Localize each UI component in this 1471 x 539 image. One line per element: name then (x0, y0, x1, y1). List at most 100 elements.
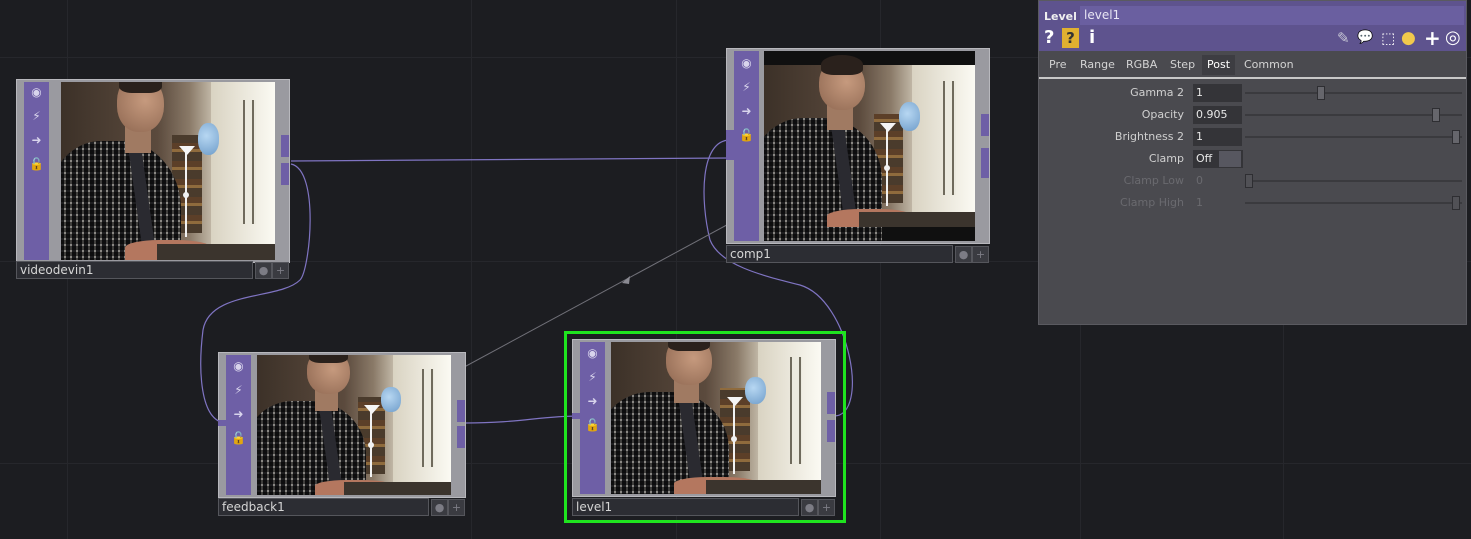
param-label: Brightness 2 (1114, 130, 1184, 143)
output-connector[interactable] (827, 420, 835, 442)
node-label[interactable]: feedback1 (218, 498, 429, 516)
output-icon[interactable]: ➜ (230, 406, 247, 423)
lock-icon[interactable]: 🔓 (584, 417, 601, 434)
opacity-slider-thumb[interactable] (1432, 108, 1441, 122)
node-videodevin1[interactable]: ◉ ⚡ ➜ 🔓 videodevin1 ● + (16, 79, 290, 279)
comment-icon[interactable]: 💬 (1357, 28, 1373, 48)
output-connector[interactable] (981, 114, 989, 136)
brightness2-slider-thumb[interactable] (1452, 130, 1460, 144)
parameter-panel: Level level1 ? ? i ✎ 💬 ⬚ ● + ◎ Pre Range… (1038, 0, 1467, 325)
param-clamp-high: Clamp High 1 (1039, 193, 1466, 213)
brightness2-field[interactable]: 1 (1193, 128, 1242, 146)
target-icon[interactable]: ◎ (1445, 28, 1461, 48)
expand-button[interactable]: + (448, 499, 465, 516)
gamma2-slider-thumb[interactable] (1317, 86, 1326, 100)
node-feedback1[interactable]: ◉ ⚡ ➜ 🔓 feedback1 ● + (218, 352, 466, 516)
display-flag-button[interactable]: ● (955, 246, 972, 263)
lock-icon[interactable]: 🔓 (230, 430, 247, 447)
gamma2-slider-track[interactable] (1245, 92, 1462, 94)
wire-arrow (622, 276, 630, 284)
param-brightness2: Brightness 2 1 (1039, 127, 1466, 147)
clamp-high-slider-track (1245, 202, 1462, 204)
camera-feed-image (257, 355, 451, 495)
output-icon[interactable]: ➜ (738, 103, 755, 120)
node-level1[interactable]: ◉ ⚡ ➜ 🔓 level1 ● + (572, 339, 836, 516)
display-flag-button[interactable]: ● (801, 499, 818, 516)
param-opacity: Opacity 0.905 (1039, 105, 1466, 125)
param-label: Clamp High (1120, 196, 1184, 209)
output-connector[interactable] (981, 148, 989, 178)
output-icon[interactable]: ➜ (584, 393, 601, 410)
display-flag-button[interactable]: ● (255, 262, 272, 279)
edit-icon[interactable]: ✎ (1337, 28, 1350, 48)
camera-feed-image (61, 82, 275, 260)
opacity-field[interactable]: 0.905 (1193, 106, 1242, 124)
output-connector[interactable] (827, 392, 835, 414)
expand-button[interactable]: + (818, 499, 835, 516)
node-viewer (257, 355, 451, 495)
output-connector[interactable] (281, 163, 289, 185)
operator-strip: ◉ ⚡ ➜ 🔓 (24, 82, 49, 260)
tab-rgba[interactable]: RGBA (1121, 55, 1162, 75)
param-clamp-low: Clamp Low 0 (1039, 171, 1466, 191)
bypass-icon[interactable]: ⚡ (28, 108, 45, 125)
param-label: Clamp Low (1123, 174, 1184, 187)
input-connector[interactable] (726, 130, 735, 160)
expand-button[interactable]: + (972, 246, 989, 263)
output-connector[interactable] (457, 400, 465, 422)
tab-range[interactable]: Range (1075, 55, 1120, 75)
parameter-tabs: Pre Range RGBA Step Post Common (1039, 55, 1466, 79)
node-comp1[interactable]: ◉ ⚡ ➜ 🔓 comp1 ● + (726, 48, 990, 263)
param-clamp: Clamp Off (1039, 149, 1466, 169)
tab-common[interactable]: Common (1239, 55, 1299, 75)
output-connector[interactable] (281, 135, 289, 157)
bypass-icon[interactable]: ⚡ (738, 79, 755, 96)
operator-help-icon[interactable]: ? (1062, 28, 1079, 48)
param-gamma2: Gamma 2 1 (1039, 83, 1466, 103)
input-connector[interactable] (572, 413, 580, 419)
toggle-button[interactable] (1219, 151, 1241, 167)
python-icon[interactable]: ● (1401, 28, 1416, 48)
tab-post[interactable]: Post (1202, 55, 1236, 75)
node-viewer (764, 51, 975, 241)
wire-feedback1-level1 (465, 415, 581, 424)
display-flag-button[interactable]: ● (431, 499, 448, 516)
node-label[interactable]: videodevin1 (16, 261, 253, 279)
viewer-icon[interactable]: ◉ (738, 55, 755, 72)
lock-icon[interactable]: 🔓 (28, 156, 45, 173)
node-viewer (611, 342, 821, 494)
output-icon[interactable]: ➜ (28, 132, 45, 149)
expand-button[interactable]: + (272, 262, 289, 279)
clamp-high-field: 1 (1196, 196, 1203, 209)
viewer-icon[interactable]: ◉ (230, 358, 247, 375)
help-icon[interactable]: ? (1044, 28, 1054, 48)
bypass-icon[interactable]: ⚡ (230, 382, 247, 399)
info-icon[interactable]: i (1089, 28, 1095, 48)
operator-name-field[interactable]: level1 (1080, 6, 1464, 25)
gamma2-field[interactable]: 1 (1193, 84, 1242, 102)
clamp-low-field: 0 (1196, 174, 1203, 187)
node-label[interactable]: comp1 (726, 245, 953, 263)
input-connector[interactable] (218, 420, 226, 426)
brightness2-slider-track[interactable] (1245, 136, 1462, 138)
operator-strip: ◉ ⚡ ➜ 🔓 (226, 355, 251, 495)
node-label[interactable]: level1 (572, 498, 799, 516)
tab-pre[interactable]: Pre (1044, 55, 1072, 75)
clamp-high-slider-thumb (1452, 196, 1460, 210)
lock-icon[interactable]: 🔓 (738, 127, 755, 144)
viewer-icon[interactable]: ◉ (584, 345, 601, 362)
opacity-slider-track[interactable] (1245, 114, 1462, 116)
clamp-low-slider-track (1245, 180, 1462, 182)
viewer-icon[interactable]: ◉ (28, 84, 45, 101)
tab-step[interactable]: Step (1165, 55, 1200, 75)
panel-header: Level level1 ? ? i ✎ 💬 ⬚ ● + ◎ (1039, 1, 1466, 51)
add-icon[interactable]: + (1424, 28, 1441, 48)
clone-icon[interactable]: ⬚ (1381, 28, 1395, 48)
clamp-value: Off (1196, 152, 1213, 165)
clamp-low-slider-thumb (1245, 174, 1253, 188)
param-label: Opacity (1141, 108, 1184, 121)
clamp-toggle[interactable]: Off (1193, 150, 1243, 168)
param-label: Gamma 2 (1130, 86, 1184, 99)
bypass-icon[interactable]: ⚡ (584, 369, 601, 386)
output-connector[interactable] (457, 426, 465, 448)
